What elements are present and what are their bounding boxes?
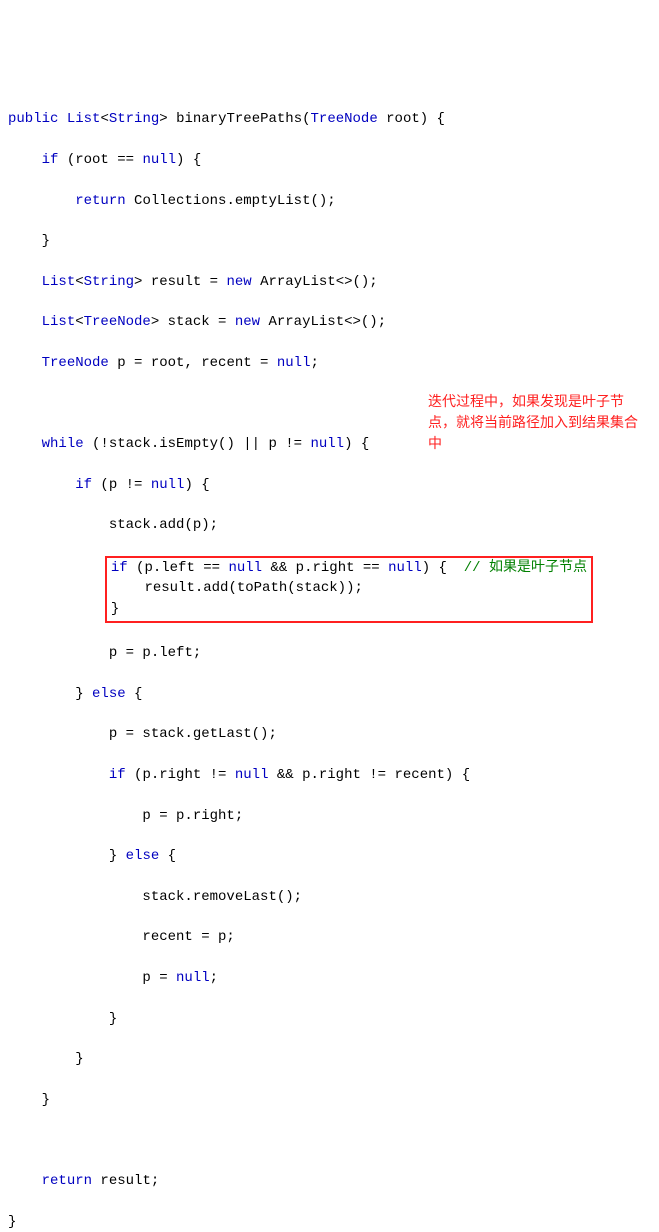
type: List — [42, 274, 76, 290]
txt: ) { — [422, 560, 464, 576]
code-line: stack.removeLast(); — [8, 887, 651, 907]
kw-if: if — [75, 477, 92, 493]
code-line: stack.add(p); — [8, 515, 651, 535]
brace: } — [75, 686, 92, 702]
txt: result.add(toPath(stack)); — [144, 580, 362, 596]
type-list: List — [67, 111, 101, 127]
type: String — [84, 274, 134, 290]
kw-null: null — [176, 970, 210, 986]
txt: && p.right != recent) { — [268, 767, 470, 783]
code-line: if (p.right != null && p.right != recent… — [8, 765, 651, 785]
code-line: recent = p; — [8, 927, 651, 947]
kw-return: return — [75, 193, 125, 209]
txt: && p.right == — [262, 560, 388, 576]
txt: { — [159, 848, 176, 864]
type-treenode: TreeNode — [311, 111, 378, 127]
code-line: } — [8, 1049, 651, 1069]
method-name: binaryTreePaths — [176, 111, 302, 127]
kw-while: while — [42, 436, 84, 452]
kw-public: public — [8, 111, 58, 127]
kw-if: if — [42, 152, 59, 168]
code-line: if (root == null) { — [8, 150, 651, 170]
txt: p = p.left; — [109, 645, 201, 661]
param: root — [386, 111, 420, 127]
code-line: } — [8, 1212, 651, 1232]
kw-null: null — [142, 152, 176, 168]
kw-null: null — [151, 477, 185, 493]
annotation-text: 迭代过程中，如果发现是叶子节点，就将当前路径加入到结果集合中 — [428, 391, 648, 454]
brace: } — [109, 848, 126, 864]
code-line: List<TreeNode> stack = new ArrayList<>()… — [8, 312, 651, 332]
brace: } — [42, 233, 50, 249]
kw-null: null — [310, 436, 344, 452]
kw-null: null — [277, 355, 311, 371]
txt: ) { — [184, 477, 209, 493]
txt: (!stack.isEmpty() || p != — [84, 436, 311, 452]
kw-else: else — [92, 686, 126, 702]
code-line: return result; — [8, 1171, 651, 1191]
type: List — [42, 314, 76, 330]
kw-return: return — [42, 1173, 92, 1189]
brace: } — [8, 1214, 16, 1230]
code-line: public List<String> binaryTreePaths(Tree… — [8, 109, 651, 129]
code-line: return Collections.emptyList(); — [8, 191, 651, 211]
code-line: } — [8, 231, 651, 251]
code-block: public List<String> binaryTreePaths(Tree… — [8, 89, 651, 1232]
code-line: TreeNode p = root, recent = null; — [8, 353, 651, 373]
txt: (p != — [92, 477, 151, 493]
txt: ; — [310, 355, 318, 371]
code-line: } else { — [8, 684, 651, 704]
highlight-box-line: if (p.left == null && p.right == null) {… — [8, 556, 651, 623]
brace: } — [75, 1051, 83, 1067]
kw-null: null — [235, 767, 269, 783]
code-line: } else { — [8, 846, 651, 866]
type: TreeNode — [84, 314, 151, 330]
code-line: if (p != null) { — [8, 475, 651, 495]
txt: p = stack.getLast(); — [109, 726, 277, 742]
txt: p = root, recent = — [109, 355, 277, 371]
txt: (p.left == — [128, 560, 229, 576]
type: TreeNode — [42, 355, 109, 371]
code-line: } — [8, 1009, 651, 1029]
txt: stack.add(p); — [109, 517, 218, 533]
txt: > stack = — [151, 314, 235, 330]
brace: } — [109, 1011, 117, 1027]
kw-if: if — [109, 767, 126, 783]
txt: p = p.right; — [142, 808, 243, 824]
txt: stack.removeLast(); — [142, 889, 302, 905]
txt: recent = p; — [142, 929, 234, 945]
code-line: p = null; — [8, 968, 651, 988]
txt: p = — [142, 970, 176, 986]
type-string: String — [109, 111, 159, 127]
txt: { — [126, 686, 143, 702]
txt: (root == — [58, 152, 142, 168]
kw-else: else — [126, 848, 160, 864]
txt: ArrayList<>(); — [260, 314, 386, 330]
tail: ) { — [420, 111, 445, 127]
kw-null: null — [388, 560, 422, 576]
code-line: } — [8, 1090, 651, 1110]
blank-line — [8, 1130, 651, 1150]
txt: Collections.emptyList(); — [126, 193, 336, 209]
txt: ) { — [344, 436, 369, 452]
txt: ArrayList<>(); — [252, 274, 378, 290]
txt: > result = — [134, 274, 226, 290]
kw-new: new — [235, 314, 260, 330]
txt: ; — [210, 970, 218, 986]
brace: } — [111, 601, 119, 617]
kw-null: null — [228, 560, 262, 576]
kw-if: if — [111, 560, 128, 576]
code-line: p = p.right; — [8, 806, 651, 826]
code-line: List<String> result = new ArrayList<>(); — [8, 272, 651, 292]
comment-leaf: // 如果是叶子节点 — [464, 560, 587, 576]
code-line: p = p.left; — [8, 643, 651, 663]
brace: } — [42, 1092, 50, 1108]
highlight-box: if (p.left == null && p.right == null) {… — [105, 556, 593, 623]
kw-new: new — [226, 274, 251, 290]
txt: result; — [92, 1173, 159, 1189]
code-line: p = stack.getLast(); — [8, 724, 651, 744]
txt: ) { — [176, 152, 201, 168]
txt: (p.right != — [126, 767, 235, 783]
